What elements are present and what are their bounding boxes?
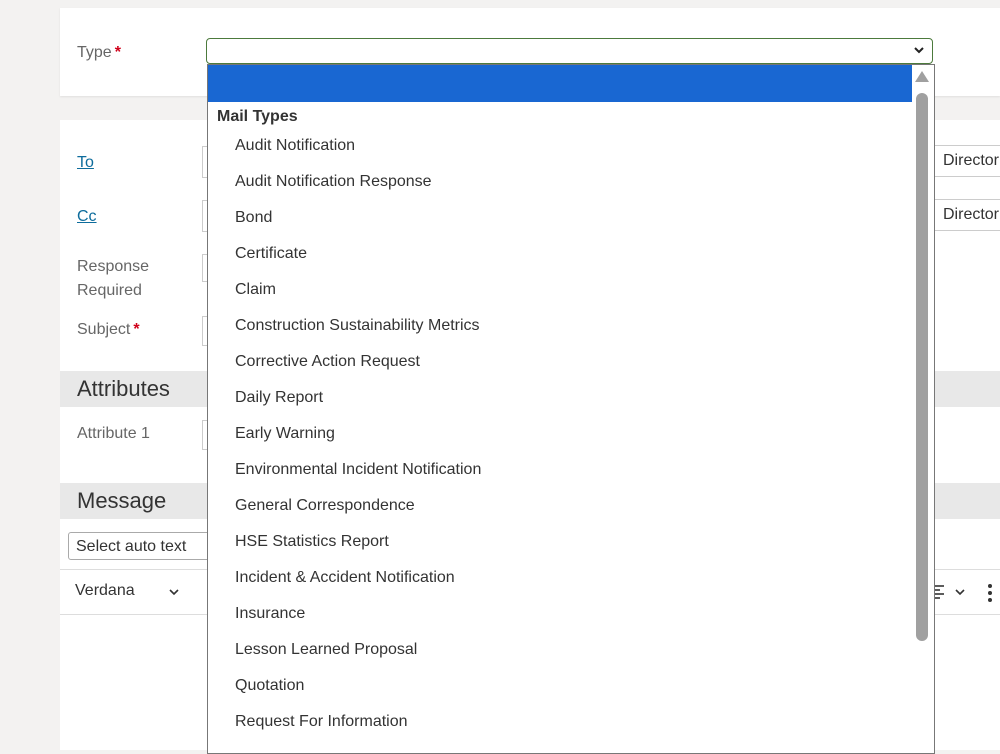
dropdown-option[interactable]: Lesson Learned Proposal (208, 632, 912, 668)
cc-link[interactable]: Cc (77, 208, 97, 226)
scroll-up-arrow-icon[interactable] (915, 71, 929, 82)
type-required-mark: * (114, 44, 121, 61)
auto-text-label: Select auto text (76, 538, 187, 555)
response-required-label-line1: Response (77, 258, 150, 275)
type-label: Type * (77, 41, 121, 65)
more-vertical-icon[interactable] (986, 582, 994, 604)
dropdown-option[interactable]: Audit Notification (208, 128, 912, 164)
dropdown-option[interactable]: Daily Report (208, 380, 912, 416)
dropdown-option[interactable]: Request For Information (208, 704, 912, 740)
dropdown-option[interactable]: Environmental Incident Notification (208, 452, 912, 488)
font-family-select[interactable]: Verdana (75, 582, 135, 600)
dropdown-option[interactable]: Audit Notification Response (208, 164, 912, 200)
dropdown-option[interactable]: Construction Sustainability Metrics (208, 308, 912, 344)
scrollbar-thumb[interactable] (916, 93, 928, 641)
dropdown-option[interactable]: Certificate (208, 236, 912, 272)
dropdown-scrollbar[interactable] (912, 65, 934, 753)
dropdown-option[interactable]: HSE Statistics Report (208, 524, 912, 560)
attributes-title: Attributes (77, 376, 170, 401)
chevron-down-icon (914, 47, 924, 54)
dropdown-option[interactable]: Insurance (208, 596, 912, 632)
attribute1-label: Attribute 1 (77, 425, 150, 442)
dropdown-option[interactable]: Quotation (208, 668, 912, 704)
cc-directory-button[interactable]: Director (934, 199, 1000, 231)
to-directory-button[interactable]: Director (934, 145, 1000, 177)
dropdown-option[interactable]: General Correspondence (208, 488, 912, 524)
mail-types-group-label: Mail Types (217, 108, 298, 125)
chevron-down-icon[interactable] (954, 586, 966, 598)
selected-empty-option[interactable] (208, 65, 912, 102)
dropdown-option[interactable]: Corrective Action Request (208, 344, 912, 380)
auto-text-select[interactable]: Select auto text (68, 532, 210, 560)
subject-label-text: Subject (77, 321, 131, 338)
dropdown-option[interactable]: Bond (208, 200, 912, 236)
message-title: Message (77, 488, 167, 513)
mail-type-options: Audit Notification Audit Notification Res… (208, 128, 912, 740)
dropdown-option[interactable]: Early Warning (208, 416, 912, 452)
to-link[interactable]: To (77, 154, 94, 172)
chevron-down-icon[interactable] (168, 586, 180, 598)
type-select[interactable] (206, 38, 933, 64)
response-required-label: Response Required (77, 255, 149, 303)
subject-required-mark: * (133, 321, 140, 338)
dropdown-option[interactable]: Incident & Accident Notification (208, 560, 912, 596)
dropdown-option[interactable]: Claim (208, 272, 912, 308)
response-required-label-line2: Required (77, 282, 142, 299)
subject-label: Subject * (77, 318, 140, 342)
type-dropdown-list[interactable]: Mail Types Audit Notification Audit Notif… (207, 64, 935, 754)
type-label-text: Type (77, 44, 112, 61)
